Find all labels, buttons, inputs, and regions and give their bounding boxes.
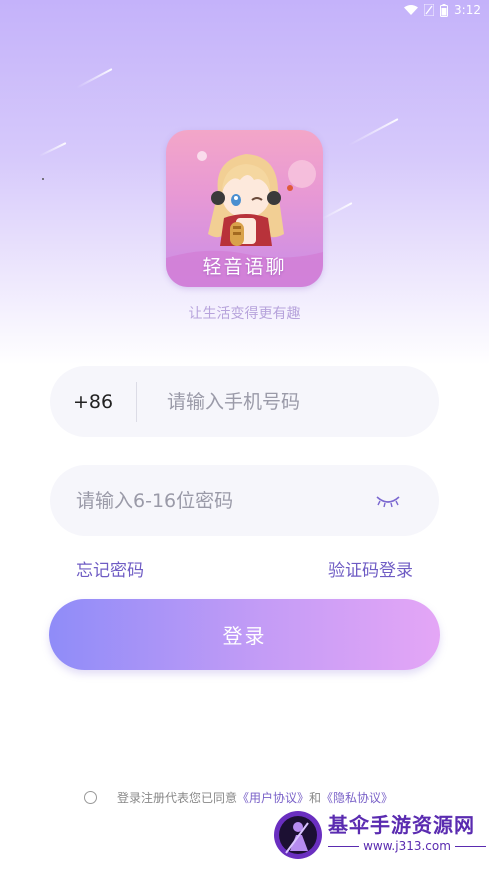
agreement-row: 登录注册代表您已同意 《用户协议》 和 《隐私协议》: [84, 789, 393, 806]
watermark-url: www.j313.com: [363, 839, 451, 853]
field-divider: [136, 381, 137, 422]
decorative-streak: [321, 202, 353, 220]
battery-icon: [440, 3, 449, 17]
country-code-selector[interactable]: +86: [50, 391, 136, 413]
status-time: 3:12: [454, 3, 481, 17]
user-agreement-link[interactable]: 《用户协议》: [237, 789, 309, 806]
forgot-password-link[interactable]: 忘记密码: [76, 556, 144, 581]
logo-title: 轻音语聊: [202, 256, 287, 278]
eye-closed-icon[interactable]: [375, 493, 401, 508]
status-bar: 3:12: [0, 0, 489, 20]
wifi-icon: [404, 4, 419, 16]
decorative-streak: [38, 142, 67, 158]
code-login-link[interactable]: 验证码登录: [328, 556, 413, 581]
watermark-line: [454, 845, 486, 847]
decorative-dot: [42, 178, 44, 180]
app-slogan: 让生活变得更有趣: [188, 306, 301, 322]
site-watermark: 基伞手游资源网 www.j313.com: [272, 805, 489, 867]
phone-field[interactable]: +86: [50, 366, 439, 437]
login-button[interactable]: 登录: [49, 599, 440, 670]
agreement-and: 和: [309, 791, 322, 805]
watermark-logo-icon: [274, 811, 322, 859]
signal-icon: [424, 4, 435, 16]
app-logo: 轻音语聊: [166, 130, 323, 287]
watermark-line: [328, 845, 360, 847]
phone-input[interactable]: [167, 390, 407, 413]
agreement-prefix: 登录注册代表您已同意: [117, 791, 238, 805]
password-input[interactable]: [76, 489, 356, 512]
decorative-streak: [348, 118, 399, 147]
watermark-url-row: www.j313.com: [328, 839, 486, 853]
decorative-streak: [76, 68, 113, 89]
watermark-site-name: 基伞手游资源网: [328, 813, 475, 837]
privacy-agreement-link[interactable]: 《隐私协议》: [321, 789, 393, 806]
password-field[interactable]: [50, 465, 439, 536]
agree-radio[interactable]: [84, 791, 97, 804]
